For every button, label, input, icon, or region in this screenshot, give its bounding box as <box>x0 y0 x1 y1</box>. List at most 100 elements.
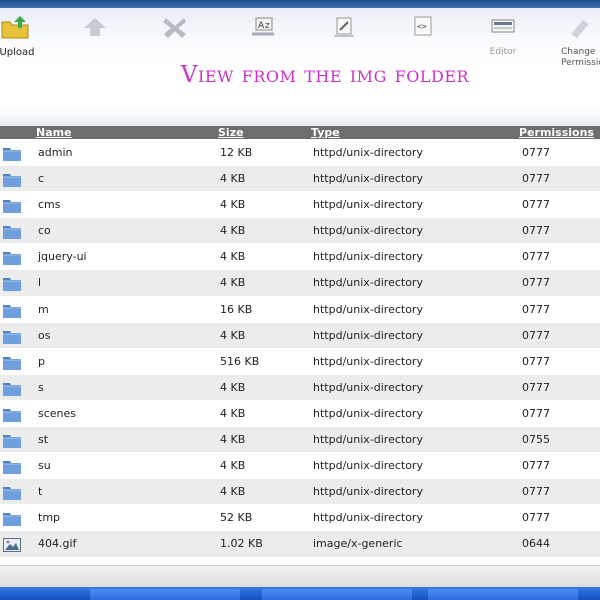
table-row[interactable]: m 16 KB httpd/unix-directory 0777 <box>0 295 600 322</box>
taskbar-button[interactable] <box>262 589 412 600</box>
upload-icon <box>1 16 29 39</box>
edit-button[interactable] <box>308 14 378 66</box>
file-type: httpd/unix-directory <box>313 198 423 212</box>
column-header-type[interactable]: Type <box>311 126 340 140</box>
code-editor-icon: <> <box>414 16 432 36</box>
table-row[interactable]: su 4 KB httpd/unix-directory 0777 <box>0 452 600 479</box>
folder-icon <box>3 275 21 292</box>
table-row[interactable]: c 4 KB httpd/unix-directory 0777 <box>0 165 600 192</box>
svg-text:A: A <box>258 21 265 31</box>
column-header-permissions[interactable]: Permissions <box>519 126 594 140</box>
file-type: httpd/unix-directory <box>313 354 423 368</box>
file-size: 4 KB <box>220 224 246 238</box>
column-header-size[interactable]: Size <box>218 126 244 140</box>
table-row[interactable]: cms 4 KB httpd/unix-directory 0777 <box>0 191 600 218</box>
file-size: 4 KB <box>220 250 246 264</box>
file-permissions: 0777 <box>522 172 550 186</box>
folder-icon <box>3 458 21 475</box>
file-permissions: 0777 <box>522 224 550 238</box>
table-row[interactable]: admin 12 KB httpd/unix-directory 0777 <box>0 139 600 166</box>
file-type: httpd/unix-directory <box>313 328 423 342</box>
file-size: 16 KB <box>220 302 253 316</box>
table-row[interactable]: tmp 52 KB httpd/unix-directory 0777 <box>0 504 600 531</box>
delete-button[interactable] <box>140 14 210 66</box>
table-row[interactable]: jquery-ui 4 KB httpd/unix-directory 0777 <box>0 243 600 270</box>
page-title: View from the img folder <box>180 62 470 88</box>
file-name[interactable]: cms <box>38 192 61 217</box>
file-name[interactable]: l <box>38 270 41 295</box>
image-file-icon <box>3 536 21 553</box>
code-editor-button[interactable]: <> <box>388 14 458 66</box>
delete-icon <box>163 18 186 38</box>
table-row[interactable]: 404.gif 1.02 KB image/x-generic 0644 <box>0 530 600 557</box>
file-type: httpd/unix-directory <box>313 380 423 394</box>
table-row[interactable]: s 4 KB httpd/unix-directory 0777 <box>0 373 600 400</box>
edit-icon <box>334 17 354 37</box>
file-size: 4 KB <box>220 328 246 342</box>
file-permissions: 0644 <box>522 537 550 551</box>
download-button[interactable] <box>60 14 130 66</box>
file-size: 4 KB <box>220 380 246 394</box>
file-type: image/x-generic <box>313 537 403 551</box>
taskbar-button[interactable] <box>90 589 240 600</box>
folder-icon <box>3 328 21 344</box>
table-row[interactable]: st 4 KB httpd/unix-directory 0755 <box>0 426 600 453</box>
file-name[interactable]: admin <box>38 140 72 165</box>
file-permissions: 0777 <box>522 198 550 212</box>
html-editor-icon <box>491 19 515 33</box>
folder-icon <box>3 354 21 370</box>
upload-button[interactable]: Upload <box>0 14 52 66</box>
file-permissions: 0777 <box>522 406 550 420</box>
rename-button[interactable]: A Z <box>228 14 298 66</box>
html-editor-label: Editor <box>489 47 517 57</box>
folder-icon <box>3 406 21 422</box>
permission-icon <box>571 20 589 38</box>
table-header: Name Size Type Permissions <box>0 126 600 139</box>
html-editor-button[interactable]: Editor <box>468 14 538 66</box>
table-row[interactable]: scenes 4 KB httpd/unix-directory 0777 <box>0 399 600 427</box>
folder-icon <box>3 197 21 214</box>
table-row[interactable]: co 4 KB httpd/unix-directory 0777 <box>0 217 600 244</box>
change-permission-button[interactable]: Change Permission <box>545 14 600 68</box>
file-permissions: 0777 <box>522 380 550 394</box>
file-name[interactable]: p <box>38 349 45 374</box>
table-row[interactable]: p 516 KB httpd/unix-directory 0777 <box>0 347 600 374</box>
file-permissions: 0777 <box>522 146 550 159</box>
folder-icon <box>3 302 21 318</box>
window-top-strip <box>0 0 600 8</box>
file-name[interactable]: jquery-ui <box>38 244 87 269</box>
file-name[interactable]: 404.gif <box>38 531 76 556</box>
file-permissions: 0777 <box>522 459 550 473</box>
table-row[interactable]: t 4 KB httpd/unix-directory 0777 <box>0 478 600 505</box>
folder-icon <box>3 510 21 527</box>
rename-icon: A Z <box>252 17 274 36</box>
file-type: httpd/unix-directory <box>313 511 423 525</box>
file-name[interactable]: t <box>38 479 42 504</box>
file-name[interactable]: tmp <box>38 505 60 530</box>
svg-text:Z: Z <box>265 22 270 30</box>
file-name[interactable]: st <box>38 427 48 452</box>
file-size: 4 KB <box>220 276 246 290</box>
file-type: httpd/unix-directory <box>313 459 423 473</box>
file-name[interactable]: scenes <box>38 401 76 426</box>
taskbar-button[interactable] <box>428 589 578 600</box>
folder-icon <box>3 484 21 501</box>
folder-icon <box>3 223 21 240</box>
file-name[interactable]: s <box>38 375 44 400</box>
table-row[interactable]: l 4 KB httpd/unix-directory 0777 <box>0 269 600 296</box>
folder-icon <box>3 249 21 266</box>
folder-icon <box>3 380 21 396</box>
file-type: httpd/unix-directory <box>313 302 423 316</box>
file-name[interactable]: os <box>38 323 50 348</box>
column-header-name[interactable]: Name <box>36 126 72 140</box>
upload-label: Upload <box>0 47 35 58</box>
file-name[interactable]: su <box>38 453 51 478</box>
file-size: 12 KB <box>220 146 253 159</box>
file-name[interactable]: co <box>38 218 51 243</box>
file-type: httpd/unix-directory <box>313 250 423 264</box>
file-type: httpd/unix-directory <box>313 485 423 499</box>
file-permissions: 0777 <box>522 328 550 342</box>
file-name[interactable]: m <box>38 297 49 322</box>
file-name[interactable]: c <box>38 166 44 191</box>
table-row[interactable]: os 4 KB httpd/unix-directory 0777 <box>0 321 600 348</box>
